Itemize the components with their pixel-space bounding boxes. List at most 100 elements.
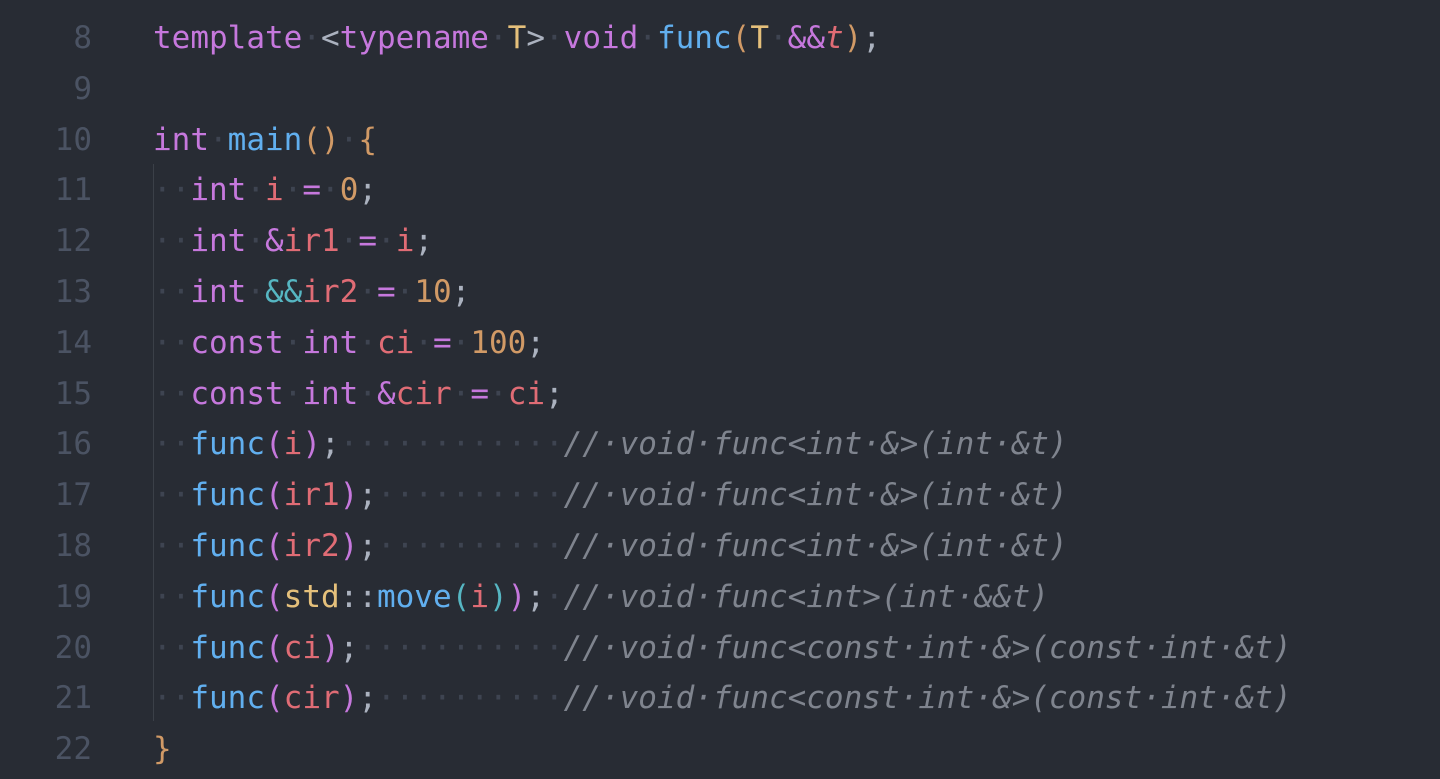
code-line[interactable]: 8 template·<typename·T>·void·func(T·&&t); <box>0 13 1440 64</box>
code-line[interactable]: 12 ··int·&ir1·=·i; <box>0 216 1440 267</box>
code-token: · <box>377 223 396 260</box>
line-number: 21 <box>54 680 92 717</box>
line-number: 19 <box>54 578 92 615</box>
code-text: ··int·&ir1·=·i; <box>153 216 433 267</box>
code-token: = <box>433 324 452 361</box>
code-token: typename <box>339 20 489 56</box>
line-number: 15 <box>54 375 92 412</box>
code-token: · <box>414 324 433 361</box>
code-token: cir <box>395 375 452 412</box>
code-token: = <box>470 375 490 412</box>
code-token: ) <box>320 629 340 666</box>
code-token: > <box>526 20 545 56</box>
code-line[interactable]: 10 int·main()·{ <box>0 115 1440 166</box>
code-token: · <box>321 172 340 209</box>
code-text: } <box>153 724 172 775</box>
code-token: ·········· <box>377 528 564 564</box>
code-token: ( <box>264 680 284 717</box>
code-token: ; <box>526 578 545 615</box>
code-token: · <box>358 274 377 310</box>
code-line[interactable]: 15 ··const·int·&cir·=·ci; <box>0 369 1440 420</box>
code-token: < <box>320 20 340 56</box>
code-token: func <box>656 20 732 56</box>
code-line[interactable]: 22} <box>0 724 1440 775</box>
code-token: · <box>209 121 228 158</box>
code-token: ·· <box>153 629 191 666</box>
line-number: 9 <box>73 70 92 107</box>
code-token: //·void·func<const·int·&>(const·int·&t) <box>563 629 1292 666</box>
code-token: 10 <box>414 274 452 310</box>
code-token: ( <box>264 528 284 564</box>
code-token: std <box>283 578 340 615</box>
code-text: ··func(cir);··········//·void·func<const… <box>153 673 1292 724</box>
code-line[interactable]: 19 ··func(std::move(i));·//·void·func<int… <box>0 572 1440 623</box>
code-token: //·void·func<const·int·&>(const·int·&t) <box>563 680 1292 717</box>
code-token: && <box>787 20 825 56</box>
code-line[interactable]: 9 <box>0 64 1440 115</box>
line-number: 10 <box>54 121 92 158</box>
code-text: ··int·i·=·0; <box>153 165 377 216</box>
code-token: :: <box>339 578 377 615</box>
code-token: · <box>451 324 471 361</box>
code-token: · <box>283 172 303 209</box>
code-token: · <box>638 20 657 56</box>
code-token: · <box>451 375 471 412</box>
code-token: · <box>246 172 265 209</box>
code-token: //·void·func<int·&>(int·&t) <box>563 528 1068 564</box>
code-line[interactable]: 20 ··func(ci);···········//·void·func<con… <box>0 623 1440 674</box>
code-token: · <box>339 121 359 158</box>
code-token: void <box>563 20 639 56</box>
code-token: move <box>376 578 452 615</box>
code-token: ci <box>377 324 415 361</box>
code-text: ··func(ci);···········//·void·func<const… <box>153 623 1292 674</box>
code-token: = <box>302 172 322 209</box>
code-token: 0 <box>339 172 359 209</box>
code-editor[interactable]: 8 template·<typename·T>·void·func(T·&&t);… <box>0 0 1440 779</box>
code-token: ·········· <box>377 680 564 717</box>
code-token: ir2 <box>302 274 359 310</box>
code-token: · <box>283 324 303 361</box>
code-token: ) <box>339 528 359 564</box>
code-line[interactable]: 18 ··func(ir2);··········//·void·func<int… <box>0 521 1440 572</box>
code-token: } <box>153 731 172 768</box>
line-number: 20 <box>54 629 92 666</box>
code-line[interactable]: 16 ··func(i);············//·void·func<int… <box>0 419 1440 470</box>
code-token: · <box>395 274 415 310</box>
code-token: ( <box>264 426 284 463</box>
code-token: ci <box>283 629 321 666</box>
code-line[interactable]: 21 ··func(cir);··········//·void·func<con… <box>0 673 1440 724</box>
code-line[interactable]: 14 ··const·int·ci·=·100; <box>0 318 1440 369</box>
code-token: int <box>190 172 247 209</box>
code-token: & <box>265 223 284 260</box>
code-token: ·· <box>153 375 191 412</box>
code-token: int <box>302 375 359 412</box>
code-token: · <box>246 274 265 310</box>
code-token: ; <box>358 477 377 514</box>
code-token: && <box>265 274 303 310</box>
code-token: · <box>246 223 265 260</box>
code-token: ; <box>358 172 378 209</box>
line-number: 16 <box>54 426 92 463</box>
code-line[interactable]: 11 ··int·i·=·0; <box>0 165 1440 216</box>
code-token: func <box>190 629 265 666</box>
code-token: ir1 <box>283 223 340 260</box>
line-number: 18 <box>54 528 92 564</box>
code-token: //·void·func<int>(int·&&t) <box>563 578 1049 615</box>
code-token: template <box>153 20 303 56</box>
code-text: ··func(i);············//·void·func<int·&… <box>153 419 1068 470</box>
code-token: ·· <box>153 172 191 209</box>
code-token: int <box>190 274 247 310</box>
code-token: 100 <box>470 324 527 361</box>
code-text: ··func(ir2);··········//·void·func<int·&… <box>153 521 1068 572</box>
code-token: i <box>283 426 303 463</box>
code-line[interactable]: 17 ··func(ir1);··········//·void·func<int… <box>0 470 1440 521</box>
code-token: ir2 <box>283 528 340 564</box>
code-text: ··int·&&ir2·=·10; <box>153 267 470 318</box>
code-token: ; <box>414 223 434 260</box>
code-token: · <box>544 20 564 56</box>
code-line[interactable]: 13 ··int·&&ir2·=·10; <box>0 267 1440 318</box>
code-token: T <box>507 20 527 56</box>
code-token: · <box>488 20 508 56</box>
code-token: func <box>190 477 265 514</box>
code-token: = <box>358 223 378 260</box>
